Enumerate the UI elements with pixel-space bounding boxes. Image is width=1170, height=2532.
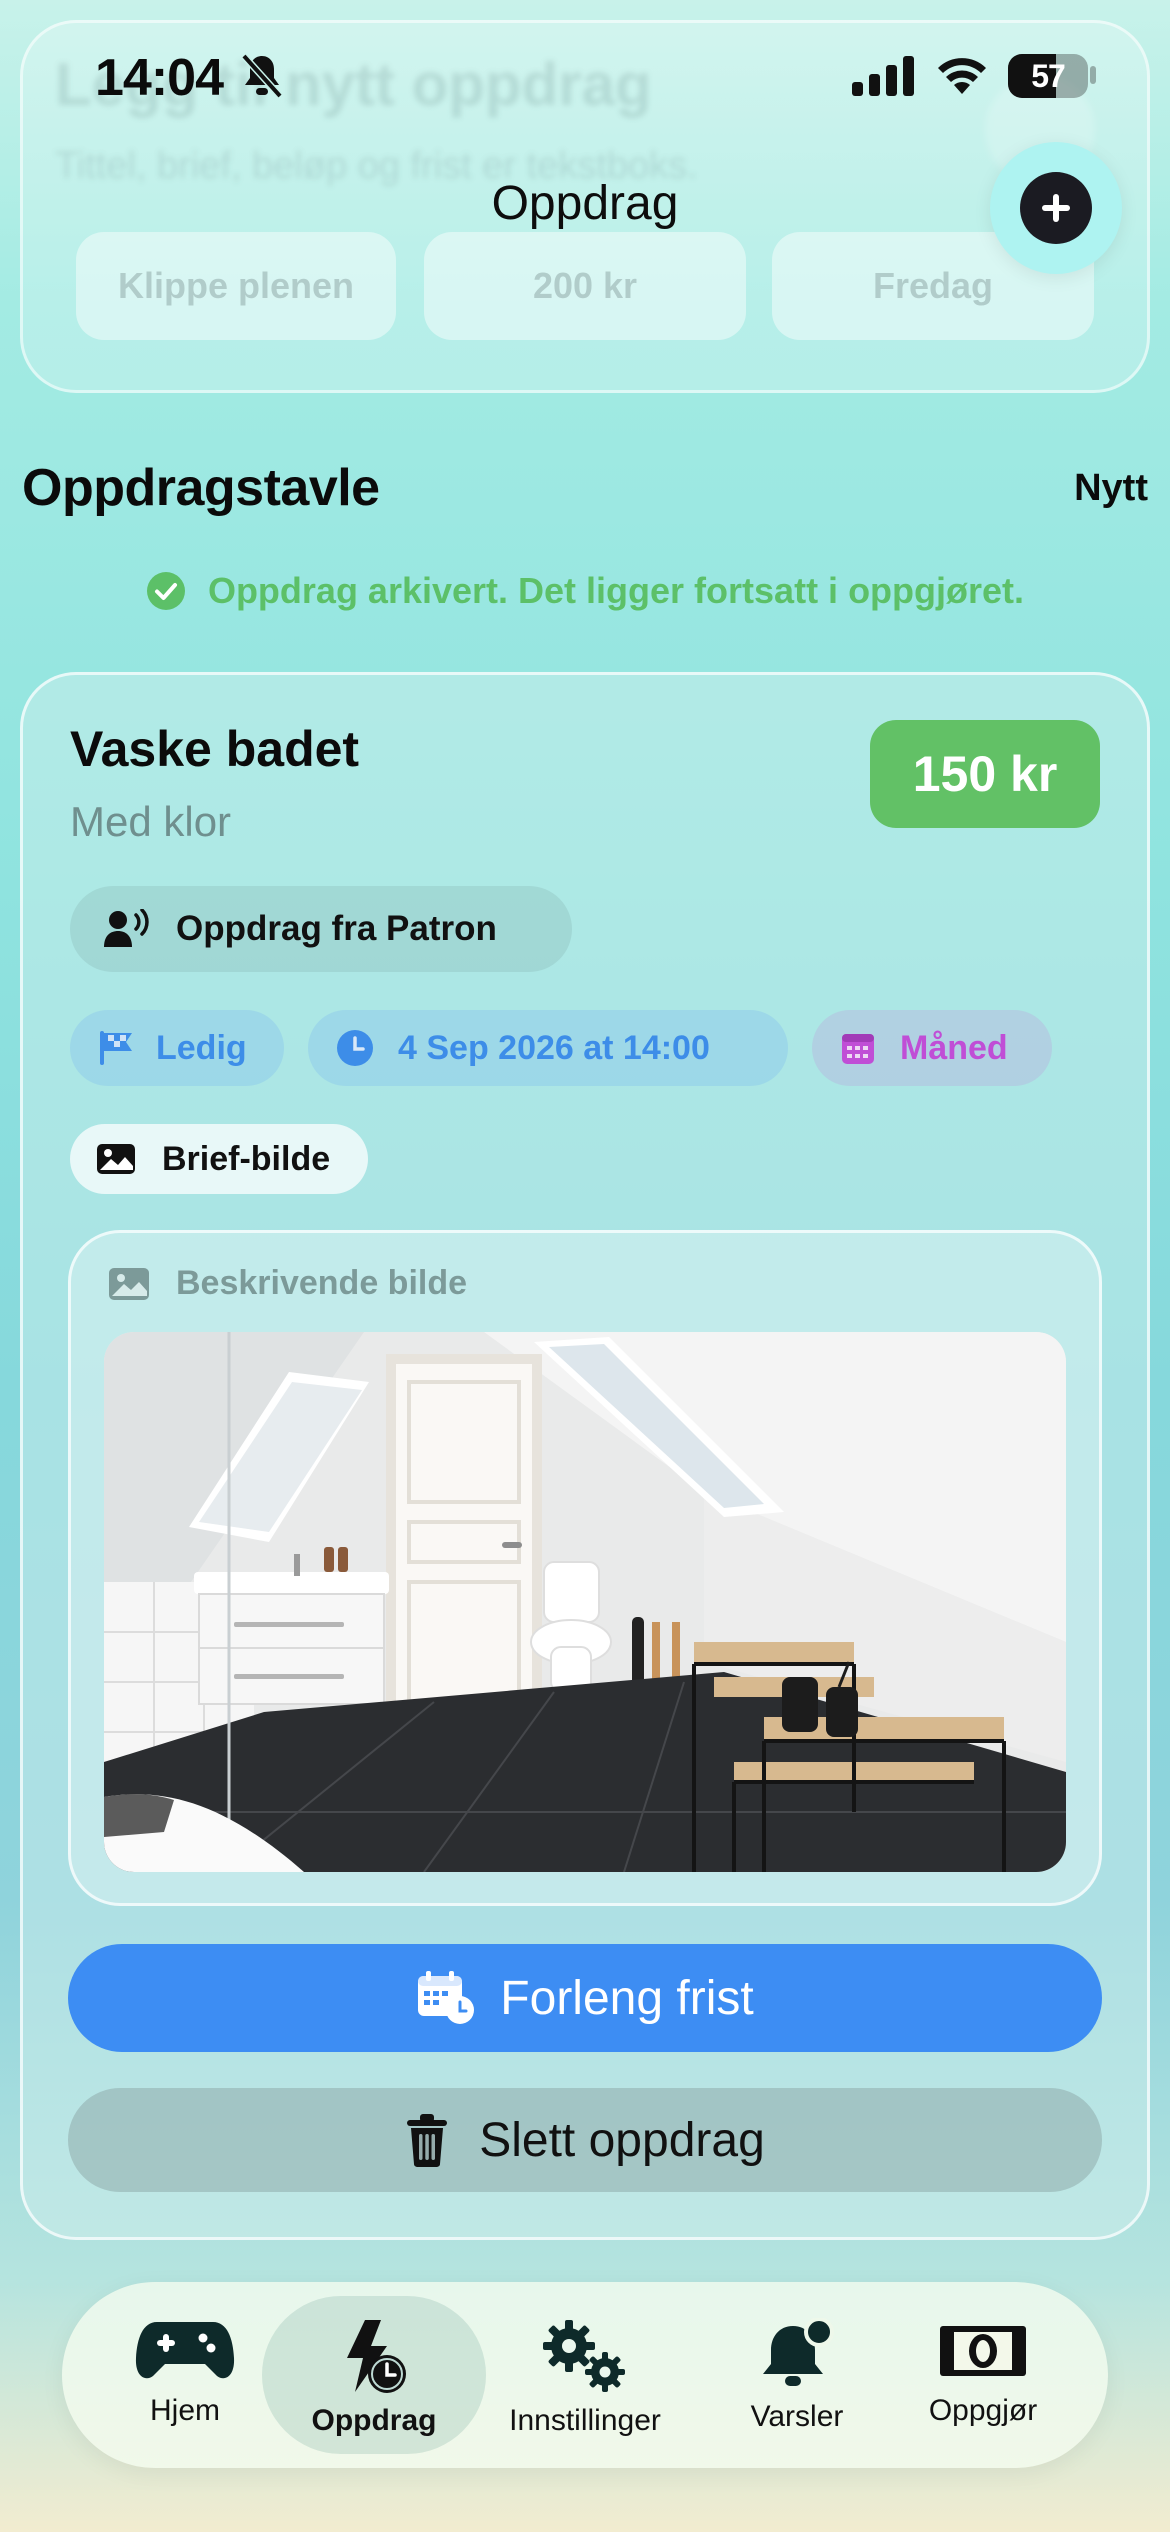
assigner-badge: Oppdrag fra Patron: [70, 886, 572, 972]
toast-message: Oppdrag arkivert. Det ligger fortsatt i …: [207, 570, 1025, 611]
status-badge: Ledig: [70, 1010, 284, 1086]
calendar-icon: [842, 1034, 874, 1064]
task-description: Med klor: [70, 798, 232, 845]
price-badge: 150 kr: [870, 720, 1100, 828]
brief-image-toggle[interactable]: Brief-bilde: [70, 1124, 368, 1194]
banknote-icon: [940, 2326, 1026, 2376]
photo-icon: [109, 1267, 149, 1300]
bathroom-photo[interactable]: [104, 1332, 1066, 1872]
delete-task-button[interactable]: Slett oppdrag: [68, 2088, 1102, 2192]
checkmark-circle-icon: [146, 572, 185, 610]
status-label: Ledig: [156, 1028, 247, 1067]
calendar-clock-icon: [418, 1971, 475, 2024]
tab-oppgjor[interactable]: Oppgjør: [915, 2296, 1051, 2456]
photo-icon: [97, 1144, 135, 1174]
tab-hjem[interactable]: Hjem: [120, 2296, 250, 2456]
extend-deadline-label: Forleng frist: [500, 1971, 754, 2025]
period-badge: Måned: [812, 1010, 1052, 1086]
plus-icon: [1042, 194, 1070, 222]
gamepad-icon: [135, 2322, 235, 2379]
image-panel-label: Beskrivende bilde: [176, 1264, 468, 1302]
bell-icon: [763, 2318, 834, 2386]
cellular-signal-icon: [852, 56, 914, 96]
tab-label: Varsler: [750, 2400, 844, 2433]
tab-innstillinger[interactable]: Innstillinger: [490, 2296, 680, 2456]
extend-deadline-button[interactable]: Forleng frist: [68, 1944, 1102, 2052]
battery-cap: [1090, 66, 1096, 84]
deadline-label: 4 Sep 2026 at 14:00: [398, 1028, 710, 1067]
wifi-icon: [938, 58, 986, 94]
tab-oppdrag[interactable]: Oppdrag: [304, 2296, 444, 2456]
battery-level: 57: [1031, 58, 1066, 94]
tab-varsler[interactable]: Varsler: [732, 2296, 862, 2456]
new-task-link[interactable]: Nytt: [1074, 467, 1148, 510]
archive-toast: Oppdrag arkivert. Det ligger fortsatt i …: [0, 570, 1170, 612]
battery-icon: 57: [1008, 54, 1088, 98]
trash-icon: [407, 2114, 448, 2167]
tab-label: Oppdrag: [311, 2404, 437, 2437]
composer-chip-title[interactable]: Klippe plenen: [76, 232, 396, 340]
bell-off-icon: [241, 53, 283, 99]
add-task-button[interactable]: [990, 142, 1122, 274]
gears-icon: [543, 2320, 625, 2392]
image-panel-header: Beskrivende bilde: [108, 1264, 467, 1303]
clock-icon: [337, 1030, 373, 1066]
composer-chip-amount[interactable]: 200 kr: [424, 232, 746, 340]
deadline-badge: 4 Sep 2026 at 14:00: [308, 1010, 788, 1086]
task-title: Vaske badet: [70, 721, 360, 777]
tab-label: Hjem: [149, 2394, 220, 2427]
tab-label: Innstillinger: [509, 2404, 661, 2437]
delete-task-label: Slett oppdrag: [479, 2113, 765, 2167]
person-voice-icon: [104, 909, 149, 947]
period-label: Måned: [900, 1028, 1008, 1067]
brief-image-label: Brief-bilde: [162, 1139, 331, 1178]
status-time: 14:04: [95, 49, 224, 107]
tab-label: Oppgjør: [928, 2394, 1038, 2427]
task-timer-icon: [347, 2320, 406, 2393]
flag-checkered-icon: [100, 1031, 132, 1065]
board-title: Oppdragstavle: [22, 459, 380, 517]
assigner-label: Oppdrag fra Patron: [176, 909, 497, 948]
